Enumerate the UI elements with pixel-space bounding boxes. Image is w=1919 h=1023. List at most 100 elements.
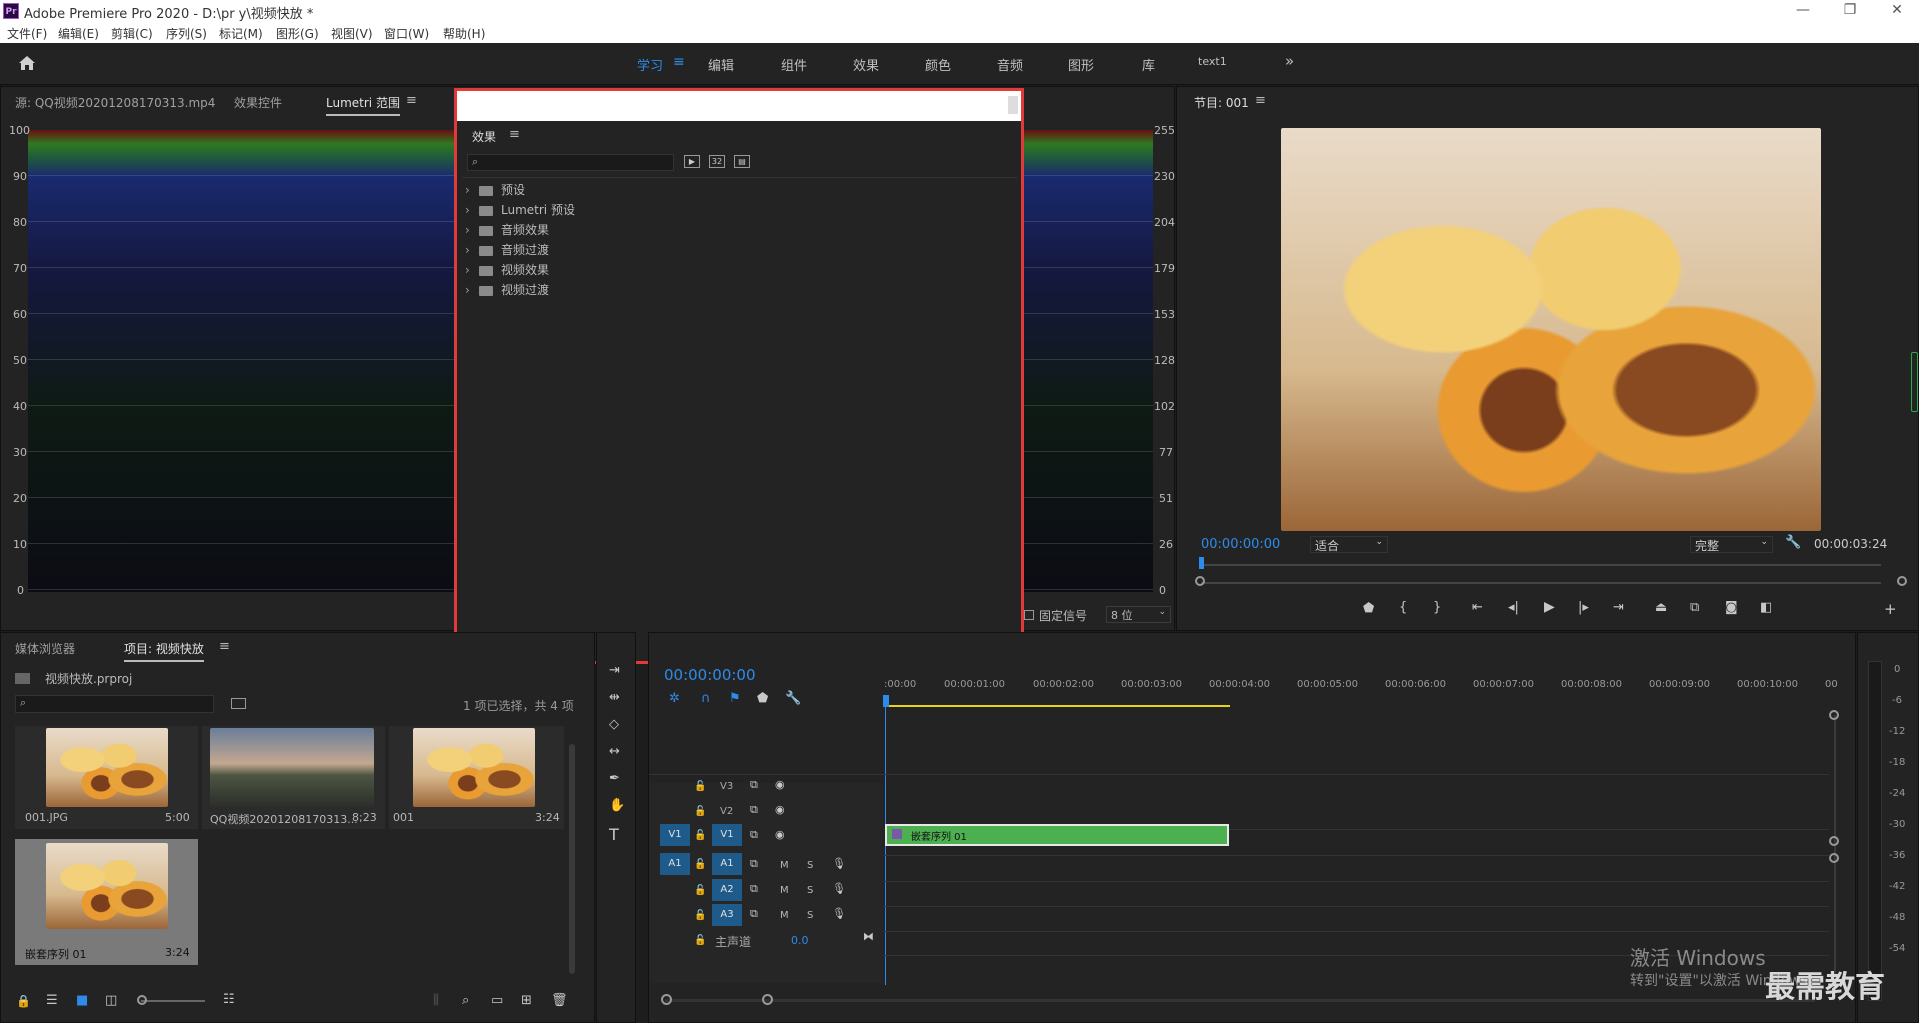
microphone-icon[interactable]: 🎙: [832, 857, 846, 870]
project-scrollbar[interactable]: [569, 744, 575, 974]
slip-tool-icon[interactable]: ↔: [609, 744, 620, 759]
panel-menu-icon[interactable]: ≡: [219, 639, 230, 654]
32bit-effects-icon[interactable]: 32: [709, 155, 725, 168]
sort-icon[interactable]: ☷: [223, 992, 235, 1007]
playhead[interactable]: [883, 695, 889, 707]
clamp-signal-checkbox[interactable]: [1024, 610, 1034, 620]
new-item-icon[interactable]: ⊞: [521, 993, 532, 1008]
yuv-effects-icon[interactable]: ▤: [734, 155, 750, 168]
list-view-icon[interactable]: ☰: [46, 993, 58, 1008]
zoom-bar[interactable]: [1201, 582, 1881, 584]
timeline-clip[interactable]: 嵌套序列 01: [885, 824, 1229, 846]
add-marker-icon[interactable]: ⬟: [1363, 601, 1374, 616]
go-to-in-icon[interactable]: ⇤: [1472, 600, 1483, 615]
sync-lock-icon[interactable]: ⧉: [750, 828, 758, 842]
eye-icon[interactable]: ◉: [775, 803, 785, 816]
extract-icon[interactable]: ⧉: [1690, 600, 1699, 615]
snap-icon[interactable]: ✲: [669, 691, 680, 706]
workspace-graphics[interactable]: 图形: [1068, 55, 1094, 74]
panel-menu-icon[interactable]: ≡: [509, 127, 520, 142]
close-button[interactable]: ✕: [1882, 2, 1912, 18]
workspace-text1[interactable]: text1: [1198, 55, 1227, 68]
tab-media-browser[interactable]: 媒体浏览器: [15, 640, 75, 657]
step-forward-icon[interactable]: |▸: [1578, 600, 1589, 615]
time-ruler[interactable]: [1201, 564, 1881, 566]
home-icon[interactable]: [18, 55, 36, 71]
workspace-menu-icon[interactable]: ≡: [673, 54, 685, 70]
media-item-selected[interactable]: 嵌套序列 01 3:24: [15, 839, 198, 965]
solo-button[interactable]: S: [807, 860, 813, 871]
comparison-view-icon[interactable]: ◧: [1760, 600, 1772, 615]
lock-icon[interactable]: 🔓: [694, 910, 706, 921]
track-target-a1[interactable]: A1: [712, 853, 742, 875]
project-search-input[interactable]: ⌕: [15, 695, 214, 713]
lift-icon[interactable]: ⏏: [1655, 600, 1667, 615]
lock-icon[interactable]: 🔓: [694, 830, 706, 841]
mute-button[interactable]: M: [780, 885, 789, 896]
list-item[interactable]: › 预设: [465, 180, 575, 200]
track-target-v1[interactable]: V1: [712, 824, 742, 846]
menu-sequence[interactable]: 序列(S): [166, 25, 207, 42]
list-item[interactable]: › 音频效果: [465, 220, 575, 240]
linked-selection-icon[interactable]: ⚑: [729, 691, 741, 706]
zoom-handle-left[interactable]: [1195, 576, 1205, 586]
mute-button[interactable]: M: [780, 860, 789, 871]
accelerated-effects-icon[interactable]: ▶: [684, 155, 700, 168]
effects-panel-header[interactable]: [457, 91, 1021, 121]
quality-select[interactable]: 完整 ⌄: [1690, 536, 1773, 553]
track-target-a2[interactable]: A2: [712, 879, 742, 901]
zoom-handle-left[interactable]: [661, 994, 672, 1005]
list-item[interactable]: › 音频过渡: [465, 240, 575, 260]
menu-file[interactable]: 文件(F): [7, 25, 47, 42]
menu-edit[interactable]: 编辑(E): [58, 25, 99, 42]
hand-tool-icon[interactable]: ✋: [609, 798, 625, 813]
sync-lock-icon[interactable]: ⧉: [750, 803, 758, 817]
icon-view-icon[interactable]: ■: [76, 993, 88, 1008]
scroll-handle[interactable]: [1008, 96, 1018, 114]
master-volume[interactable]: 0.0: [791, 934, 809, 947]
menu-view[interactable]: 视图(V): [331, 25, 373, 42]
workspace-effects[interactable]: 效果: [853, 55, 879, 74]
new-bin-icon[interactable]: ▭: [491, 993, 503, 1008]
source-patch-a1[interactable]: A1: [660, 853, 690, 875]
horizontal-scrollbar[interactable]: [665, 999, 1815, 1002]
add-marker-icon[interactable]: ⬟: [757, 691, 768, 706]
timeline-settings-icon[interactable]: 🔧: [785, 691, 801, 706]
effects-search-input[interactable]: ⌕: [467, 154, 674, 171]
media-item[interactable]: 001.JPG 5:00: [15, 726, 198, 829]
workspace-learn[interactable]: 学习: [637, 55, 663, 74]
freeform-view-icon[interactable]: ◫: [105, 993, 117, 1008]
lock-icon[interactable]: 🔓: [694, 935, 706, 946]
go-to-next-edit-icon[interactable]: ⧓: [863, 930, 874, 943]
panel-menu-icon[interactable]: ≡: [406, 93, 417, 108]
playhead[interactable]: [1199, 557, 1204, 569]
solo-button[interactable]: S: [807, 910, 813, 921]
mark-in-icon[interactable]: {: [1399, 600, 1407, 615]
sync-lock-icon[interactable]: ⧉: [750, 882, 758, 896]
play-icon[interactable]: ▶: [1544, 599, 1555, 615]
button-editor-plus-icon[interactable]: +: [1884, 600, 1897, 618]
workspace-edit[interactable]: 编辑: [708, 55, 734, 74]
pen-tool-icon[interactable]: ✒: [609, 771, 620, 786]
restore-button[interactable]: ❐: [1835, 2, 1865, 18]
timeline-timecode[interactable]: 00:00:00:00: [664, 666, 756, 684]
automate-icon[interactable]: ⫼: [433, 993, 439, 1008]
workspace-assembly[interactable]: 组件: [781, 55, 807, 74]
tab-project[interactable]: 项目: 视频快放: [124, 640, 204, 662]
razor-tool-icon[interactable]: ◇: [609, 717, 619, 732]
solo-button[interactable]: S: [807, 885, 813, 896]
list-item[interactable]: › Lumetri 预设: [465, 200, 575, 220]
workspace-audio[interactable]: 音频: [997, 55, 1023, 74]
tab-effect-controls[interactable]: 效果控件: [234, 94, 282, 111]
camera-icon[interactable]: ◙: [1725, 600, 1738, 615]
magnet-icon[interactable]: ∩: [701, 691, 711, 706]
eye-icon[interactable]: ◉: [775, 828, 785, 841]
list-item[interactable]: › 视频过渡: [465, 280, 575, 300]
fit-select[interactable]: 适合 ⌄: [1310, 536, 1388, 553]
lock-icon[interactable]: 🔓: [694, 806, 706, 817]
workspace-color[interactable]: 颜色: [925, 55, 951, 74]
track-target-a3[interactable]: A3: [712, 904, 742, 926]
tab-source[interactable]: 源: QQ视频20201208170313.mp4: [15, 94, 215, 111]
sync-lock-icon[interactable]: ⧉: [750, 778, 758, 792]
lock-icon[interactable]: 🔒: [16, 994, 31, 1008]
